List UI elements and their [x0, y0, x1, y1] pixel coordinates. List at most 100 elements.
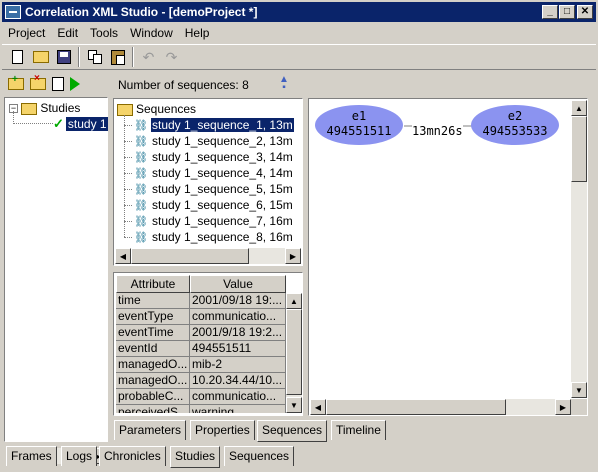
tree-node-sequences[interactable]: Sequences: [117, 101, 196, 117]
sequence-item[interactable]: ⛓ study 1_sequence_8, 16m: [124, 229, 294, 245]
sequence-filter-icon[interactable]: ▲ ▪: [279, 75, 289, 93]
edge-label: 13mn26s: [412, 124, 463, 138]
maximize-button[interactable]: □: [559, 5, 575, 19]
tree-connector: [124, 173, 132, 175]
toolbar-separator: [78, 47, 80, 67]
splitter[interactable]: [108, 72, 112, 442]
node-label: e2: [507, 109, 523, 123]
toolbar: ↶ ↷: [2, 44, 596, 70]
attribute-value-cell[interactable]: warning: [190, 405, 286, 413]
save-icon: [56, 50, 71, 64]
scroll-thumb[interactable]: [131, 248, 249, 264]
scroll-right-button[interactable]: ▶: [555, 399, 571, 415]
minimize-button[interactable]: _: [542, 5, 558, 19]
tab-properties[interactable]: Properties: [190, 420, 255, 440]
tree-node-label: study 1: [65, 117, 109, 131]
tab-timeline[interactable]: Timeline: [331, 420, 386, 440]
folder-icon: [117, 103, 133, 116]
scroll-left-button[interactable]: ◀: [310, 399, 326, 415]
folder-icon: [21, 102, 38, 115]
sequence-item[interactable]: ⛓ study 1_sequence_6, 15m: [124, 197, 294, 213]
tab-sequences[interactable]: Sequences: [257, 420, 328, 442]
vertical-scrollbar[interactable]: ▲ ▼: [571, 100, 587, 398]
value-column-header[interactable]: Value: [190, 275, 286, 293]
attribute-value-cell[interactable]: 10.20.34.44/10...: [190, 373, 286, 389]
event-node-e2[interactable]: e2 494553533: [471, 105, 559, 145]
tree-connector: [124, 205, 132, 207]
attribute-value-cell[interactable]: 2001/9/18 19:2...: [190, 325, 286, 341]
menu-tools[interactable]: Tools: [84, 26, 124, 40]
inner-tab-strip: Parameters Properties Sequences Timeline: [112, 418, 592, 442]
menu-edit[interactable]: Edit: [51, 26, 84, 40]
close-button[interactable]: ✕: [577, 5, 593, 19]
attribute-column-header[interactable]: Attribute: [116, 275, 190, 293]
open-button[interactable]: [29, 46, 52, 68]
tree-connector: [124, 189, 132, 191]
attribute-value-cell[interactable]: 494551511: [190, 341, 286, 357]
tab-parameters[interactable]: Parameters: [114, 420, 187, 440]
scroll-left-button[interactable]: ◀: [115, 248, 131, 264]
sequence-icon: ⛓: [134, 215, 148, 228]
attribute-name-cell[interactable]: eventId: [116, 341, 190, 357]
attribute-name-cell[interactable]: probableC...: [116, 389, 190, 405]
sequence-item[interactable]: ⛓ study 1_sequence_5, 15m: [124, 181, 294, 197]
attribute-value-cell[interactable]: communicatio...: [190, 309, 286, 325]
tree-node-studies[interactable]: − Studies: [9, 100, 80, 116]
sequence-item[interactable]: ⛓ study 1_sequence_2, 13m: [124, 133, 294, 149]
sequence-item[interactable]: ⛓ study 1_sequence_7, 16m: [124, 213, 294, 229]
redo-button[interactable]: ↷: [160, 46, 183, 68]
sequence-item[interactable]: ⛓ study 1_sequence_1, 13m: [124, 117, 295, 133]
new-file-button[interactable]: [6, 46, 29, 68]
scroll-down-button[interactable]: ▼: [286, 397, 302, 413]
attribute-name-cell[interactable]: time: [116, 293, 190, 309]
new-file-icon: [12, 50, 23, 64]
copy-button[interactable]: [83, 46, 106, 68]
run-icon[interactable]: [70, 77, 80, 91]
menu-help[interactable]: Help: [179, 26, 216, 40]
scroll-thumb[interactable]: [286, 309, 302, 395]
attribute-name-cell[interactable]: managedO...: [116, 373, 190, 389]
scroll-corner: [571, 399, 587, 415]
attribute-name-cell[interactable]: eventTime: [116, 325, 190, 341]
add-study-icon[interactable]: +: [8, 74, 24, 90]
attribute-name-cell[interactable]: perceivedS...: [116, 405, 190, 413]
tab-frames[interactable]: Frames: [6, 446, 57, 466]
scroll-up-button[interactable]: ▲: [571, 100, 587, 116]
tree-node-label: Studies: [40, 101, 81, 115]
tab-sequences-bottom[interactable]: Sequences: [224, 446, 295, 466]
scroll-thumb[interactable]: [571, 116, 587, 182]
attribute-value-cell[interactable]: 2001/09/18 19:...: [190, 293, 286, 309]
attribute-name-cell[interactable]: managedO...: [116, 357, 190, 373]
horizontal-scrollbar[interactable]: ◀ ▶: [115, 248, 301, 264]
sequence-icon: ⛓: [134, 167, 148, 180]
scroll-down-button[interactable]: ▼: [571, 382, 587, 398]
horizontal-scrollbar[interactable]: ◀ ▶: [310, 399, 571, 415]
copy-study-icon[interactable]: [52, 77, 64, 91]
open-folder-icon: [32, 51, 49, 63]
menu-project[interactable]: Project: [2, 26, 51, 40]
menu-window[interactable]: Window: [124, 26, 179, 40]
sequence-item[interactable]: ⛓ study 1_sequence_4, 14m: [124, 165, 294, 181]
remove-study-icon[interactable]: ×: [30, 73, 46, 90]
tree-node-study-1[interactable]: ✓ study 1: [53, 116, 109, 132]
sequence-label: study 1_sequence_6, 15m: [152, 198, 293, 212]
save-button[interactable]: [52, 46, 75, 68]
tab-logs[interactable]: Logs: [61, 446, 98, 466]
sequence-icon: ⛓: [134, 183, 148, 196]
attribute-value-cell[interactable]: mib-2: [190, 357, 286, 373]
attribute-name-cell[interactable]: eventType: [116, 309, 190, 325]
scroll-up-button[interactable]: ▲: [286, 293, 302, 309]
tab-chronicles[interactable]: Chronicles: [99, 446, 166, 466]
sequence-item[interactable]: ⛓ study 1_sequence_3, 14m: [124, 149, 294, 165]
sequence-icon: ⛓: [134, 135, 148, 148]
vertical-scrollbar[interactable]: ▲ ▼: [286, 293, 302, 413]
event-node-e1[interactable]: e1 494551511: [315, 105, 403, 145]
sequences-tree: Sequences ⛓ study 1_sequence_1, 13m ⛓ study…: [113, 98, 303, 266]
tab-studies[interactable]: Studies: [170, 446, 221, 468]
paste-button[interactable]: [106, 46, 129, 68]
undo-button[interactable]: ↶: [137, 46, 160, 68]
scroll-right-button[interactable]: ▶: [285, 248, 301, 264]
title-bar: Correlation XML Studio - [demoProject *]…: [2, 2, 596, 22]
attribute-value-cell[interactable]: communicatio...: [190, 389, 286, 405]
scroll-thumb[interactable]: [326, 399, 506, 415]
